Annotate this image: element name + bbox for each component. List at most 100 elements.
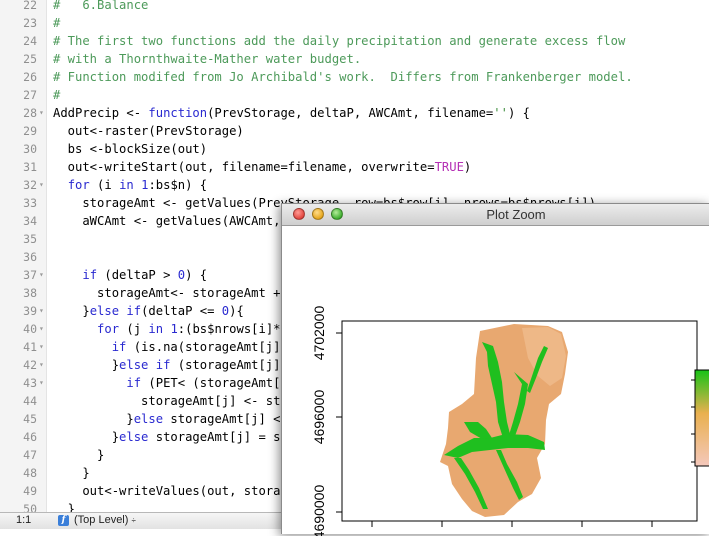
code-token: in: [119, 178, 134, 192]
code-line: 31 out<-writeStart(out, filename=filenam…: [0, 158, 709, 176]
fold-toggle-icon[interactable]: ▾: [39, 104, 44, 122]
code-token: ) {: [185, 268, 208, 282]
code-text: AddPrecip <- function(PrevStorage, delta…: [53, 104, 530, 122]
code-token: :bs$n) {: [148, 178, 208, 192]
code-token: for: [97, 322, 120, 336]
code-line: 24 # The first two functions add the dail…: [0, 32, 709, 50]
fold-toggle-icon[interactable]: ▾: [39, 356, 44, 374]
code-token: else if: [119, 358, 171, 372]
code-token: (PrevStorage, deltaP, AWCAmt, filename=: [207, 106, 494, 120]
code-token: # with a Thornthwaite-Mather water budge…: [53, 52, 362, 66]
y-tick-label: 4696000: [311, 390, 327, 445]
code-line: 32 ▾ for (i in 1:bs$n) {: [0, 176, 709, 194]
code-line: 27 #: [0, 86, 709, 104]
fold-toggle-icon[interactable]: ▾: [39, 374, 44, 392]
fold-toggle-icon[interactable]: ▾: [39, 320, 44, 338]
code-token: # The first two functions add the daily …: [53, 34, 626, 48]
scope-label: (Top Level): [74, 514, 129, 526]
line-number: 41: [23, 340, 37, 354]
code-token: 0: [177, 268, 186, 282]
line-number: 27: [23, 88, 37, 102]
code-token: }: [53, 430, 120, 444]
code-token: for: [67, 178, 90, 192]
code-token: 1: [170, 322, 178, 336]
color-legend: [691, 369, 709, 467]
code-token: if: [111, 340, 127, 354]
code-token: else: [133, 412, 164, 426]
code-token: ){: [229, 304, 244, 318]
code-text: if (is.na(storageAmt[j])){: [53, 338, 303, 356]
code-token: }: [53, 412, 134, 426]
line-number: 31: [23, 160, 37, 174]
code-text: if (deltaP > 0) {: [53, 266, 207, 284]
raster-plot: 4690000 4696000 4702000: [311, 306, 709, 536]
watershed-raster: [440, 324, 568, 517]
code-token: if: [126, 376, 142, 390]
line-number: 28: [23, 106, 37, 120]
code-text: # The first two functions add the daily …: [53, 32, 625, 50]
line-number: 40: [23, 322, 37, 336]
line-number: 37: [23, 268, 37, 282]
window-title: Plot Zoom: [486, 207, 546, 222]
code-text: # 6.Balance: [53, 0, 148, 14]
line-number: 25: [23, 52, 37, 66]
code-token: TRUE: [434, 160, 464, 174]
code-token: # Function modifed from Jo Archibald's w…: [53, 70, 633, 84]
code-token: (j: [119, 322, 149, 336]
code-token: function: [148, 106, 208, 120]
line-number: 26: [23, 70, 37, 84]
code-line: 22 # 6.Balance: [0, 0, 709, 14]
code-text: # with a Thornthwaite-Mather water budge…: [53, 50, 361, 68]
line-number: 32: [23, 178, 37, 192]
fold-toggle-icon[interactable]: ▾: [39, 266, 44, 284]
code-text: }: [53, 464, 90, 482]
code-token: else if: [89, 304, 142, 318]
code-line: 28 ▾ AddPrecip <- function(PrevStorage, de…: [0, 104, 709, 122]
line-number: 23: [23, 16, 37, 30]
line-number: 33: [23, 196, 37, 210]
line-number: 38: [23, 286, 37, 300]
code-token: }: [53, 466, 90, 480]
code-token: ) {: [507, 106, 530, 120]
fold-toggle-icon[interactable]: ▾: [39, 302, 44, 320]
line-number: 44: [23, 394, 37, 408]
code-line: 29 out<-raster(PrevStorage): [0, 122, 709, 140]
fold-toggle-icon[interactable]: ▾: [39, 176, 44, 194]
code-token: # 6.Balance: [53, 0, 149, 12]
scope-arrow-icon: ÷: [131, 516, 136, 525]
y-tick-label: 4690000: [311, 485, 327, 536]
code-text: # Function modifed from Jo Archibald's w…: [53, 68, 633, 86]
line-number: 47: [23, 448, 37, 462]
code-text: }else storageAmt[j] <- 0: [53, 410, 302, 428]
code-line: 25 # with a Thornthwaite-Mather water bud…: [0, 50, 709, 68]
line-number: 49: [23, 484, 37, 498]
code-token: '': [493, 106, 508, 120]
code-token: #: [53, 16, 61, 30]
fold-toggle-icon[interactable]: ▾: [39, 338, 44, 356]
scope-selector[interactable]: (Top Level) ÷: [74, 514, 136, 526]
code-text: out<-raster(PrevStorage): [53, 122, 244, 140]
plot-zoom-window[interactable]: Plot Zoom 4690000 4696000 4702000: [281, 203, 709, 536]
code-token: (deltaP <=: [141, 304, 222, 318]
line-number: 30: [23, 142, 37, 156]
line-number: 50: [23, 502, 37, 512]
line-number: 22: [23, 0, 37, 12]
cursor-position: 1:1: [16, 514, 32, 526]
code-text: }: [53, 500, 75, 512]
window-titlebar[interactable]: Plot Zoom: [282, 204, 709, 226]
code-text: }: [53, 446, 104, 464]
y-tick-label: 4702000: [311, 306, 327, 361]
line-number: 35: [23, 232, 37, 246]
line-number: 34: [23, 214, 37, 228]
line-number: 46: [23, 430, 37, 444]
code-token: in: [148, 322, 164, 336]
code-token: out<-raster(PrevStorage): [53, 124, 244, 138]
code-token: if: [82, 268, 98, 282]
y-tick-marks: [336, 332, 342, 513]
function-scope-icon: f: [58, 515, 69, 526]
